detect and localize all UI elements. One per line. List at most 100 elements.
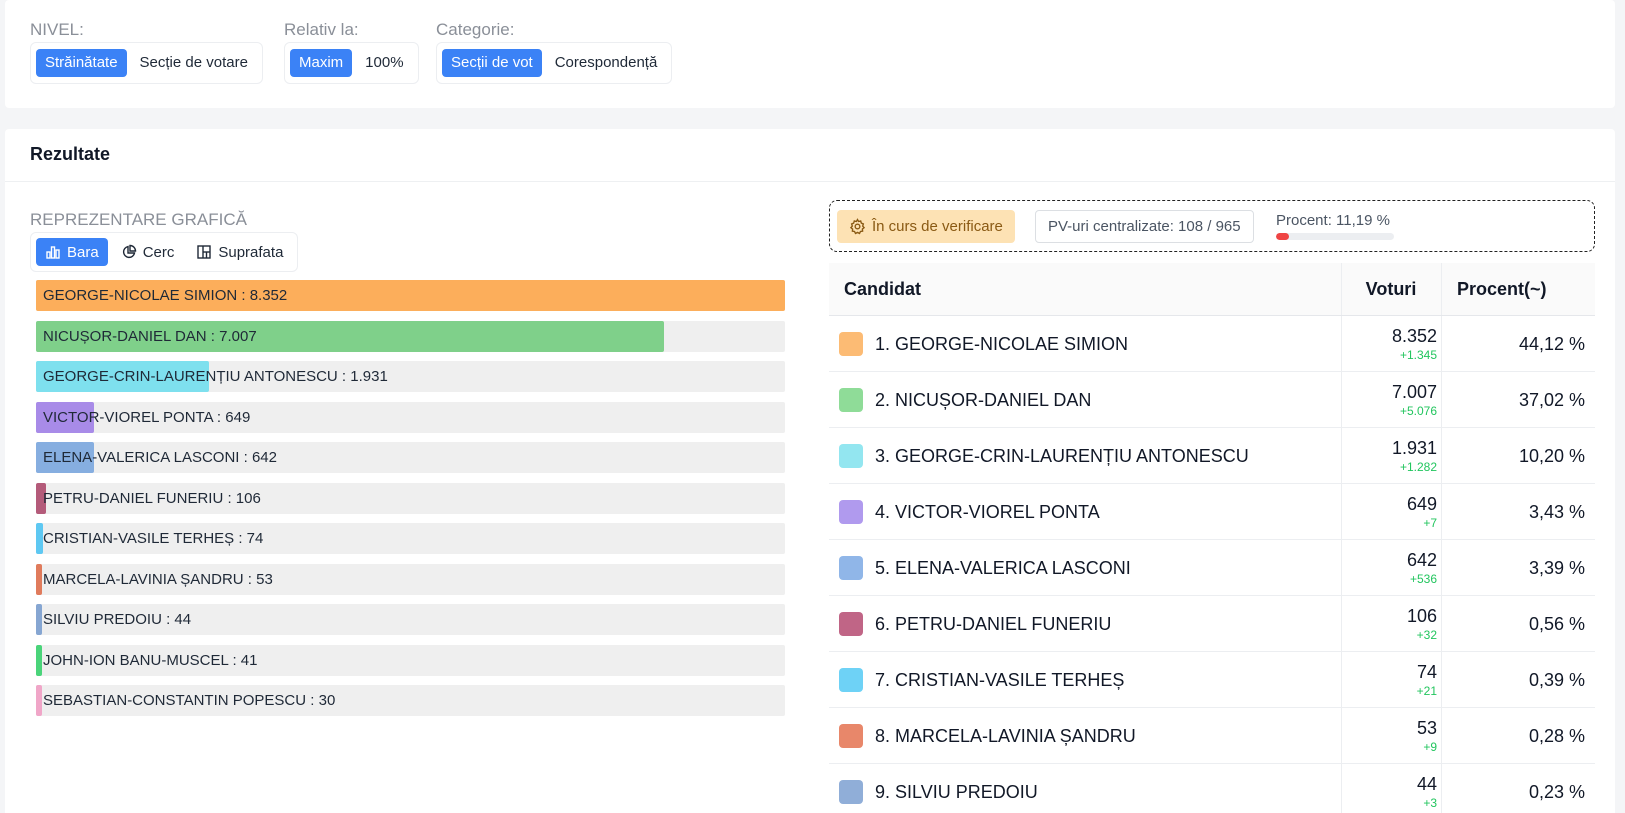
categorie-option-sectii[interactable]: Secții de vot xyxy=(442,49,542,77)
candidate-votes-delta: +1.345 xyxy=(1399,348,1437,362)
candidate-votes-delta: +7 xyxy=(1423,516,1437,530)
candidate-color-swatch xyxy=(839,556,863,580)
bar-label: ELENA-VALERICA LASCONI : 642 xyxy=(43,449,277,466)
table-row[interactable]: 8. MARCELA-LAVINIA ȘANDRU 53 +9 0,28 % xyxy=(829,708,1595,764)
table-row[interactable]: 5. ELENA-VALERICA LASCONI 642 +536 3,39 % xyxy=(829,540,1595,596)
candidate-percent: 44,12 % xyxy=(1518,334,1585,354)
table-row[interactable]: 3. GEORGE-CRIN-LAURENȚIU ANTONESCU 1.931 +… xyxy=(829,428,1595,484)
results-title: Rezultate xyxy=(30,144,111,164)
nivel-segmented: Străinătate Secție de votare xyxy=(30,42,263,84)
graph-type-segmented: Bara Cerc Suprafata xyxy=(30,232,299,272)
table-row[interactable]: 7. CRISTIAN-VASILE TERHEȘ 74 +21 0,39 % xyxy=(829,652,1595,708)
table-col-divider xyxy=(1341,428,1342,483)
candidate-name: 1. GEORGE-NICOLAE SIMION xyxy=(875,334,1129,354)
candidate-percent: 0,23 % xyxy=(1528,782,1585,802)
bar-label: PETRU-DANIEL FUNERIU : 106 xyxy=(43,489,261,507)
candidate-color-swatch xyxy=(839,388,863,412)
graph-option-suprafata-label: Suprafata xyxy=(218,243,284,261)
bar-row: ELENA-VALERICA LASCONI : 642 xyxy=(36,442,785,473)
candidate-votes: 1.931 xyxy=(1391,438,1437,458)
header-procent: Procent(~) xyxy=(1457,279,1547,299)
bar-row: MARCELA-LAVINIA ȘANDRU : 53 xyxy=(36,563,785,595)
nivel-option-sectie[interactable]: Secție de votare xyxy=(131,49,257,77)
candidate-color-swatch xyxy=(839,724,863,748)
graph-option-cerc[interactable]: Cerc xyxy=(112,238,184,266)
table-row[interactable]: 2. NICUȘOR-DANIEL DAN 7.007 +5.076 37,02 % xyxy=(829,372,1595,428)
bar-row: CRISTIAN-VASILE TERHEȘ : 74 xyxy=(36,523,785,554)
bar-label: JOHN-ION BANU-MUSCEL : 41 xyxy=(43,651,258,669)
relativ-option-100[interactable]: 100% xyxy=(356,49,412,77)
table-header: Candidat Voturi Procent(~) xyxy=(829,263,1595,316)
candidate-percent: 0,39 % xyxy=(1528,670,1585,690)
filters-card: NIVEL: Străinătate Secție de votare Rela… xyxy=(5,0,1615,108)
candidate-votes-delta: +536 xyxy=(1409,572,1437,586)
status-box: În curs de verificare PV-uri centralizat… xyxy=(829,200,1595,252)
candidate-votes: 649 xyxy=(1406,494,1437,514)
candidate-votes-delta: +21 xyxy=(1416,684,1437,698)
bar-label: GEORGE-CRIN-LAURENȚIU ANTONESCU : 1.931 xyxy=(43,368,388,385)
filter-nivel-label: NIVEL: xyxy=(30,20,84,39)
treemap-icon xyxy=(197,245,212,259)
bar-fill xyxy=(36,604,42,635)
candidate-name: 3. GEORGE-CRIN-LAURENȚIU ANTONESCU xyxy=(875,446,1249,466)
results-card: Rezultate REPREZENTARE GRAFICĂ Bara Cerc… xyxy=(5,129,1615,813)
table-col-divider xyxy=(1341,596,1342,651)
table-col-divider xyxy=(1441,708,1442,763)
bar-label: CRISTIAN-VASILE TERHEȘ : 74 xyxy=(43,530,264,547)
table-col-divider xyxy=(1441,428,1442,483)
candidate-votes-delta: +9 xyxy=(1423,740,1437,754)
procent-label: Procent: 11,19 % xyxy=(1276,212,1390,229)
table-col-divider xyxy=(1341,316,1342,371)
bar-label: SILVIU PREDOIU : 44 xyxy=(43,611,192,628)
bar-label: SEBASTIAN-CONSTANTIN POPESCU : 30 xyxy=(43,692,336,709)
candidate-votes-delta: +1.282 xyxy=(1399,460,1437,474)
table-col-divider xyxy=(1441,596,1442,651)
header-voturi: Voturi xyxy=(1365,279,1417,299)
candidate-votes: 642 xyxy=(1406,550,1437,570)
header-candidat: Candidat xyxy=(844,279,922,299)
graph-option-bara[interactable]: Bara xyxy=(36,238,108,266)
candidate-name: 6. PETRU-DANIEL FUNERIU xyxy=(875,614,1112,634)
table-col-divider xyxy=(1441,652,1442,707)
nivel-option-strainatate[interactable]: Străinătate xyxy=(36,49,127,77)
results-divider xyxy=(5,181,1615,182)
bar-row: GEORGE-CRIN-LAURENȚIU ANTONESCU : 1.931 xyxy=(36,361,785,392)
graph-option-suprafata[interactable]: Suprafata xyxy=(187,238,292,266)
bar-fill xyxy=(36,563,42,595)
candidate-percent: 3,39 % xyxy=(1528,558,1585,578)
candidate-votes-delta: +3 xyxy=(1423,796,1437,810)
table-body: 1. GEORGE-NICOLAE SIMION 8.352 +1.345 44,12… xyxy=(829,316,1595,813)
candidate-votes: 8.352 xyxy=(1391,326,1437,346)
table-row[interactable]: 9. SILVIU PREDOIU 44 +3 0,23 % xyxy=(829,764,1595,813)
table-col-divider xyxy=(1441,316,1442,371)
candidate-votes-delta: +32 xyxy=(1416,628,1437,642)
table-row[interactable]: 1. GEORGE-NICOLAE SIMION 8.352 +1.345 44,12… xyxy=(829,316,1595,372)
procent-progress-fill xyxy=(1276,233,1290,240)
bar-fill xyxy=(36,685,42,716)
bar-row: SILVIU PREDOIU : 44 xyxy=(36,604,785,635)
candidate-percent: 37,02 % xyxy=(1518,390,1585,410)
candidate-color-swatch xyxy=(839,668,863,692)
bar-row: SEBASTIAN-CONSTANTIN POPESCU : 30 xyxy=(36,685,785,716)
candidate-name: 5. ELENA-VALERICA LASCONI xyxy=(875,558,1131,578)
candidate-name: 7. CRISTIAN-VASILE TERHEȘ xyxy=(875,670,1125,690)
candidate-color-swatch xyxy=(839,444,863,468)
table-row[interactable]: 6. PETRU-DANIEL FUNERIU 106 +32 0,56 % xyxy=(829,596,1595,652)
bar-row: GEORGE-NICOLAE SIMION : 8.352 xyxy=(36,280,785,311)
table-col-divider xyxy=(1441,372,1442,427)
bar-fill xyxy=(36,644,42,676)
candidate-color-swatch xyxy=(839,612,863,636)
table-row[interactable]: 4. VICTOR-VIOREL PONTA 649 +7 3,43 % xyxy=(829,484,1595,540)
candidate-votes: 44 xyxy=(1416,774,1437,794)
table-col-divider xyxy=(1341,540,1342,595)
table-col-divider xyxy=(1341,372,1342,427)
bar-row: NICUȘOR-DANIEL DAN : 7.007 xyxy=(36,320,785,352)
verification-badge: În curs de verificare xyxy=(837,210,1015,243)
categorie-option-corespondenta[interactable]: Corespondență xyxy=(546,49,667,77)
graph-label: REPREZENTARE GRAFICĂ xyxy=(30,210,247,229)
graph-option-cerc-label: Cerc xyxy=(142,243,175,261)
candidate-votes: 53 xyxy=(1416,718,1437,738)
filter-categorie-label: Categorie: xyxy=(436,20,515,39)
relativ-option-maxim[interactable]: Maxim xyxy=(290,49,353,77)
table-col-divider xyxy=(1441,484,1442,539)
